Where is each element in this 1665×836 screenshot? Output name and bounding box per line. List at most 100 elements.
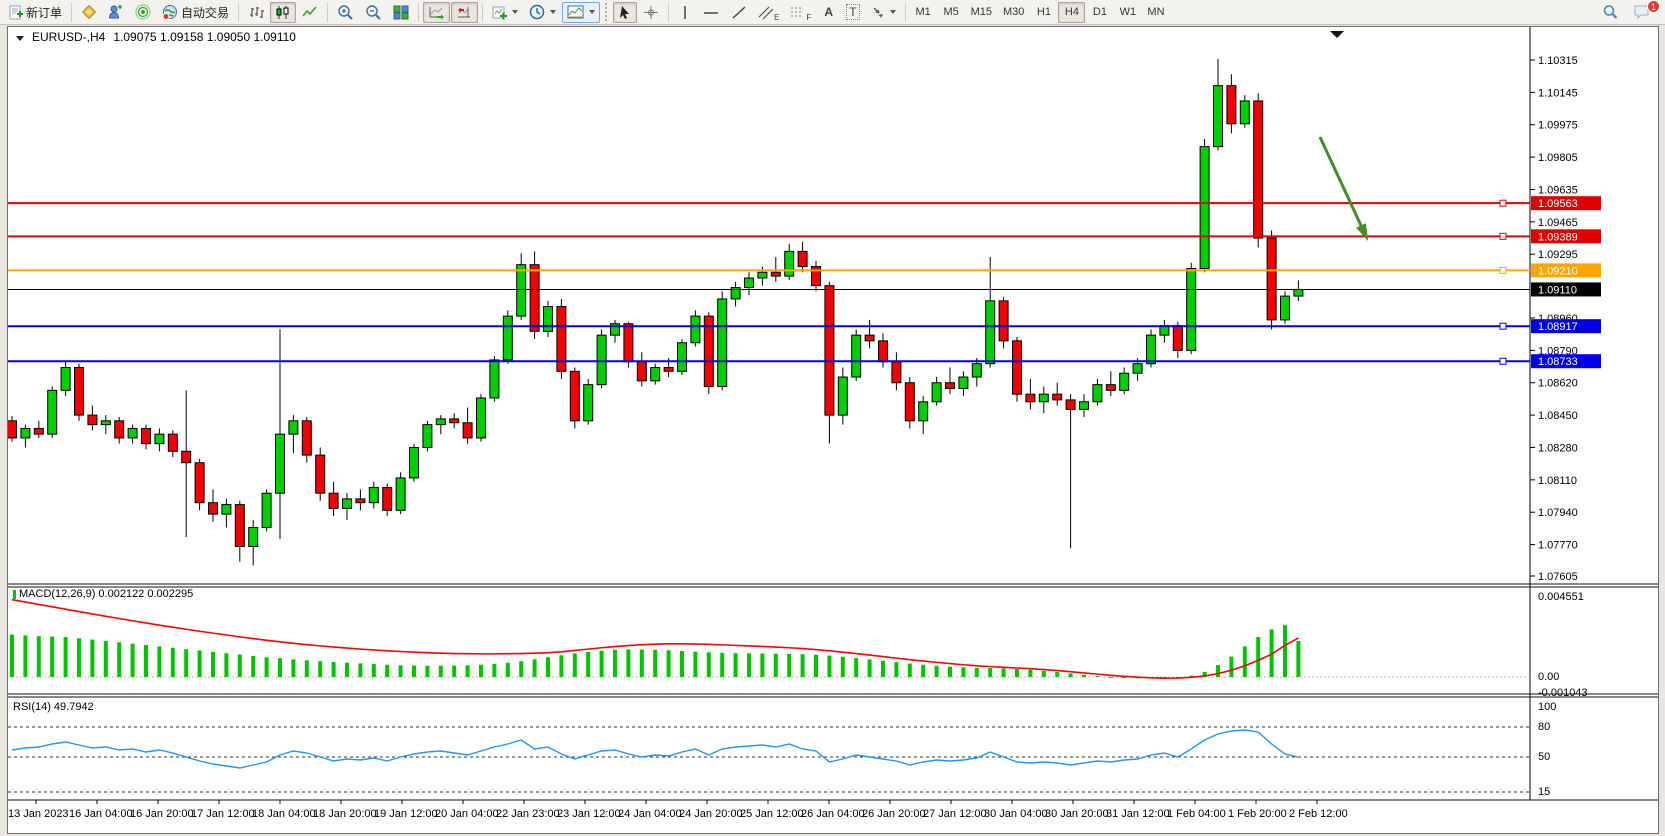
chevron-down-icon	[512, 10, 518, 14]
crosshair-icon	[643, 5, 659, 20]
arrows-tool-dropdown[interactable]	[866, 2, 901, 23]
new-order-button[interactable]: 新订单	[3, 2, 67, 23]
new-chart-dropdown[interactable]	[487, 2, 523, 23]
svg-text:1.09465: 1.09465	[1538, 217, 1578, 229]
bar-chart-button[interactable]	[243, 2, 269, 23]
toolbar-right: 1	[1597, 2, 1662, 23]
new-order-label: 新订单	[26, 4, 62, 21]
svg-text:31 Jan 12:00: 31 Jan 12:00	[1106, 808, 1170, 820]
svg-text:1.07940: 1.07940	[1538, 507, 1578, 519]
search-button[interactable]	[1597, 2, 1624, 23]
svg-text:13 Jan 2023: 13 Jan 2023	[8, 808, 69, 820]
svg-text:24 Jan 20:00: 24 Jan 20:00	[679, 808, 743, 820]
svg-text:24 Jan 04:00: 24 Jan 04:00	[618, 808, 682, 820]
zoom-in-icon	[337, 4, 354, 20]
chart-ohlc-values: 1.09075 1.09158 1.09050 1.09110	[113, 30, 296, 44]
macd-panel	[8, 600, 1530, 679]
text-label-icon: T	[846, 4, 859, 20]
text-label-tool-button[interactable]: T	[841, 2, 864, 23]
chevron-down-icon	[589, 10, 595, 14]
notification-badge: 1	[1647, 0, 1660, 13]
timeframe-H1[interactable]: H1	[1030, 2, 1057, 23]
channel-sub-label: E	[774, 13, 779, 22]
svg-text:1.09975: 1.09975	[1538, 120, 1578, 132]
timeframe-MN[interactable]: MN	[1142, 2, 1169, 23]
svg-text:1.08110: 1.08110	[1538, 475, 1577, 487]
svg-text:1.10315: 1.10315	[1538, 55, 1578, 67]
svg-text:1 Feb 20:00: 1 Feb 20:00	[1228, 808, 1287, 820]
timeframe-M1[interactable]: M1	[910, 2, 937, 23]
separator	[482, 3, 483, 22]
new-order-icon	[8, 5, 23, 20]
svg-text:22 Jan 23:00: 22 Jan 23:00	[496, 808, 560, 820]
arrow-annotation[interactable]	[1320, 137, 1368, 241]
svg-text:1.08280: 1.08280	[1538, 442, 1578, 454]
svg-text:2 Feb 12:00: 2 Feb 12:00	[1289, 808, 1348, 820]
channel-tool-button[interactable]: E	[753, 2, 784, 23]
cursor-icon	[618, 5, 632, 20]
timeframe-H4[interactable]: H4	[1058, 2, 1085, 23]
profiles-button[interactable]	[76, 2, 102, 23]
chart-menu-caret-icon[interactable]	[16, 36, 24, 41]
svg-text:1.09210: 1.09210	[1538, 265, 1578, 277]
separator	[238, 3, 239, 22]
fibonacci-tool-button[interactable]: F	[785, 2, 816, 23]
chart-window: EURUSD-,H4 1.09075 1.09158 1.09050 1.091…	[7, 26, 1659, 834]
cursor-tool-button[interactable]	[613, 2, 637, 23]
template-icon	[567, 5, 584, 19]
chart-header: EURUSD-,H4 1.09075 1.09158 1.09050 1.091…	[16, 30, 296, 44]
timeframe-W1[interactable]: W1	[1114, 2, 1141, 23]
macd-name: MACD(12,26,9)	[19, 588, 95, 600]
news-signal-button[interactable]	[130, 2, 156, 23]
svg-text:16 Jan 20:00: 16 Jan 20:00	[130, 808, 194, 820]
vline-tool-button[interactable]	[673, 2, 696, 23]
svg-text:30 Jan 04:00: 30 Jan 04:00	[984, 808, 1048, 820]
timeframe-M15[interactable]: M15	[966, 2, 997, 23]
svg-text:1.09563: 1.09563	[1538, 198, 1578, 210]
chart-shift-marker[interactable]	[1330, 31, 1344, 38]
trendline-tool-button[interactable]	[726, 2, 752, 23]
hline-tool-button[interactable]	[697, 2, 725, 23]
fibo-sub-label: F	[806, 13, 811, 22]
candles-layer	[8, 59, 1303, 565]
svg-text:20 Jan 04:00: 20 Jan 04:00	[435, 808, 499, 820]
timeframe-M30[interactable]: M30	[998, 2, 1029, 23]
chart-shift-button[interactable]	[451, 2, 478, 23]
separator	[905, 3, 906, 22]
market-watch-button[interactable]	[103, 2, 129, 23]
svg-text:0.004551: 0.004551	[1538, 591, 1584, 603]
svg-text:18 Jan 20:00: 18 Jan 20:00	[313, 808, 377, 820]
svg-text:80: 80	[1538, 721, 1550, 733]
timeframe-M5[interactable]: M5	[938, 2, 965, 23]
svg-text:23 Jan 12:00: 23 Jan 12:00	[557, 808, 621, 820]
template-dropdown[interactable]	[562, 2, 600, 23]
auto-trading-label: 自动交易	[181, 4, 229, 21]
auto-trading-button[interactable]: 自动交易	[157, 2, 234, 23]
svg-text:26 Jan 20:00: 26 Jan 20:00	[862, 808, 926, 820]
auto-scroll-button[interactable]	[423, 2, 450, 23]
chevron-down-icon	[890, 10, 896, 14]
horizontal-line-objects[interactable]: 1.095631.093891.092101.091101.089171.087…	[8, 196, 1601, 368]
text-tool-button[interactable]: A	[817, 2, 840, 23]
text-icon: A	[824, 5, 833, 19]
svg-text:17 Jan 12:00: 17 Jan 12:00	[191, 808, 255, 820]
svg-text:16 Jan 04:00: 16 Jan 04:00	[69, 808, 133, 820]
period-dropdown[interactable]	[524, 2, 561, 23]
candlestick-chart-button[interactable]	[270, 2, 296, 23]
separator	[668, 3, 669, 22]
zoom-out-button[interactable]	[360, 2, 387, 23]
chart-canvas[interactable]: 1.103151.101451.099751.098051.096351.094…	[8, 27, 1658, 833]
timeframe-D1[interactable]: D1	[1086, 2, 1113, 23]
time-axis: 13 Jan 202316 Jan 04:0016 Jan 20:0017 Ja…	[8, 800, 1348, 820]
tile-windows-button[interactable]	[388, 2, 414, 23]
signal-icon	[135, 4, 151, 20]
svg-text:1.08450: 1.08450	[1538, 410, 1578, 422]
line-chart-button[interactable]	[297, 2, 323, 23]
svg-text:1.10145: 1.10145	[1538, 87, 1578, 99]
panel-separators[interactable]	[8, 584, 1658, 800]
community-chat-button[interactable]: 1	[1628, 2, 1656, 23]
crosshair-tool-button[interactable]	[638, 2, 664, 23]
candlestick-icon	[275, 5, 291, 20]
chart-symbol-period: EURUSD-,H4	[32, 30, 105, 44]
zoom-in-button[interactable]	[332, 2, 359, 23]
